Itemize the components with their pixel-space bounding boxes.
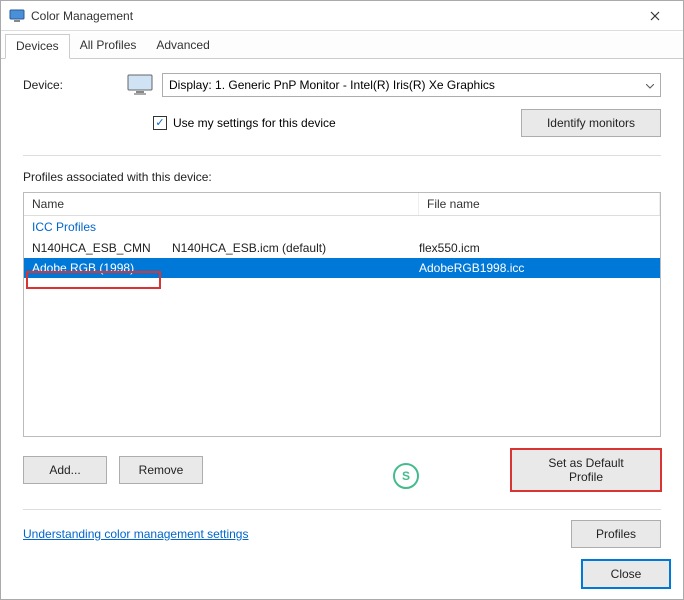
remove-button[interactable]: Remove xyxy=(119,456,203,484)
profile-file: AdobeRGB1998.icc xyxy=(419,261,652,275)
profile-file: flex550.icm xyxy=(419,241,652,255)
device-row: Device: Display: 1. Generic PnP Monitor … xyxy=(23,73,661,97)
set-default-profile-button[interactable]: Set as Default Profile xyxy=(511,449,661,491)
identify-monitors-button[interactable]: Identify monitors xyxy=(521,109,661,137)
window-close-button[interactable] xyxy=(635,2,675,30)
table-body: ICC Profiles N140HCA_ESB_CMN N140HCA_ESB… xyxy=(24,216,660,278)
table-row[interactable]: N140HCA_ESB_CMN N140HCA_ESB.icm (default… xyxy=(24,238,660,258)
profile-buttons-row: Add... Remove Set as Default Profile xyxy=(23,449,661,491)
bottom-row: Understanding color management settings … xyxy=(23,520,661,548)
tab-devices[interactable]: Devices xyxy=(5,34,70,59)
close-button[interactable]: Close xyxy=(581,559,671,589)
device-dropdown[interactable]: Display: 1. Generic PnP Monitor - Intel(… xyxy=(162,73,661,97)
use-settings-label: Use my settings for this device xyxy=(173,116,336,130)
tab-bar: Devices All Profiles Advanced xyxy=(1,33,683,59)
color-management-dialog: Color Management Devices All Profiles Ad… xyxy=(0,0,684,600)
title-bar: Color Management xyxy=(1,1,683,31)
profile-name: N140HCA_ESB_CMN xyxy=(32,241,172,255)
tab-all-profiles[interactable]: All Profiles xyxy=(70,34,147,59)
col-file-header[interactable]: File name xyxy=(419,193,660,215)
dialog-footer: Close xyxy=(581,559,671,589)
profile-name: Adobe RGB (1998) xyxy=(32,261,419,275)
profiles-table: Name File name ICC Profiles N140HCA_ESB_… xyxy=(23,192,661,437)
chevron-down-icon xyxy=(646,78,654,92)
window-title: Color Management xyxy=(31,9,635,23)
separator xyxy=(23,155,661,156)
profile-group: ICC Profiles xyxy=(24,216,660,238)
table-header: Name File name xyxy=(24,193,660,216)
profiles-button[interactable]: Profiles xyxy=(571,520,661,548)
settings-row: Use my settings for this device Identify… xyxy=(23,109,661,137)
app-icon xyxy=(9,8,25,24)
tab-advanced[interactable]: Advanced xyxy=(146,34,219,59)
tab-content: Device: Display: 1. Generic PnP Monitor … xyxy=(1,59,683,558)
table-row[interactable]: Adobe RGB (1998) AdobeRGB1998.icc xyxy=(24,258,660,278)
profiles-heading: Profiles associated with this device: xyxy=(23,170,661,184)
device-label: Device: xyxy=(23,78,118,92)
device-selected: Display: 1. Generic PnP Monitor - Intel(… xyxy=(169,78,495,92)
help-link[interactable]: Understanding color management settings xyxy=(23,527,248,541)
add-button[interactable]: Add... xyxy=(23,456,107,484)
col-name-header[interactable]: Name xyxy=(24,193,419,215)
monitor-icon xyxy=(126,73,154,97)
profile-default: N140HCA_ESB.icm (default) xyxy=(172,241,419,255)
separator xyxy=(23,509,661,510)
use-settings-checkbox[interactable] xyxy=(153,116,167,130)
